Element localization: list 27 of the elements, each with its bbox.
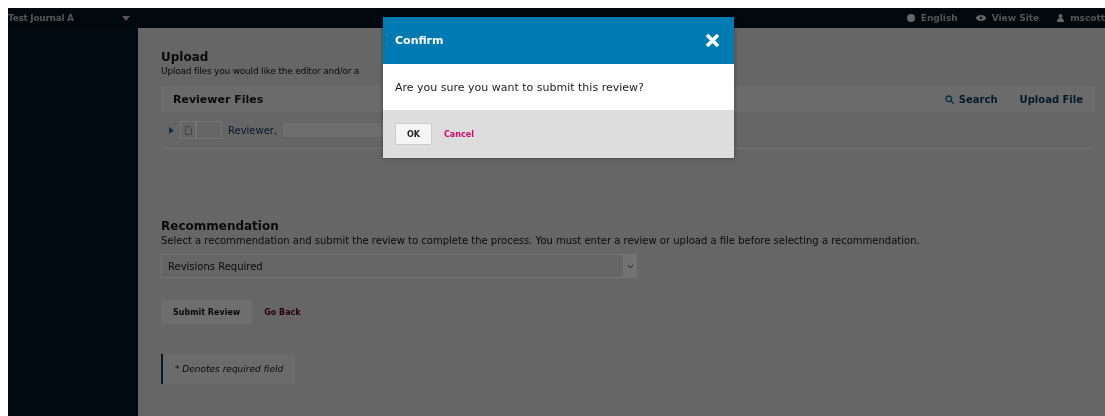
expand-arrow-icon[interactable]: [169, 126, 174, 134]
header-link[interactable]: English: [906, 13, 958, 23]
ok-button[interactable]: OK: [395, 123, 432, 145]
cancel-link[interactable]: Cancel: [444, 129, 474, 139]
section-title: Recommendation: [161, 219, 280, 233]
section-description: Select a recommendation and submit the review to complete the process. You must enter a review or upload a file before selecting a recommendation.: [161, 235, 921, 246]
eye-icon: [975, 15, 986, 21]
journal-name[interactable]: Test Journal A: [8, 13, 74, 23]
globe-icon: [906, 14, 915, 22]
file-name-link[interactable]: Reviewer,: [228, 124, 278, 136]
dialog-message: Are you sure you want to submit this review?: [395, 80, 644, 94]
panel-title: Reviewer Files: [173, 92, 264, 106]
panel-action-link[interactable]: Upload File: [1019, 93, 1083, 105]
search-icon: [944, 94, 954, 104]
section-description: Upload files you would like the editor and/or a: [161, 66, 361, 76]
file-icon: [184, 125, 192, 135]
header-link[interactable]: View Site: [975, 13, 1040, 23]
required-field-note: * Denotes required field: [161, 354, 296, 384]
recommendation-select[interactable]: Revisions Required: [161, 254, 637, 278]
header-link[interactable]: mscott: [1057, 13, 1105, 23]
dialog-title: Confirm: [395, 34, 444, 47]
panel-action-link[interactable]: Search: [944, 93, 998, 105]
section-title: Upload: [161, 50, 210, 64]
user-icon: [1057, 14, 1065, 22]
close-icon[interactable]: [705, 33, 720, 48]
caret-icon: [122, 15, 130, 21]
go-back-link[interactable]: Go Back: [264, 307, 301, 317]
